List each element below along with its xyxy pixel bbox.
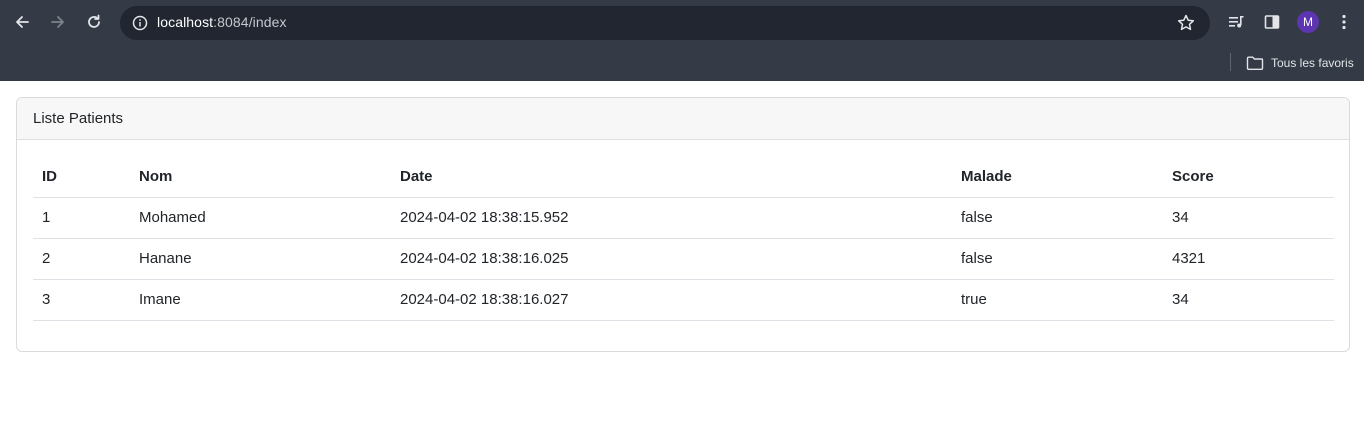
- side-panel-button[interactable]: [1259, 9, 1285, 35]
- bookmarks-folder-label: Tous les favoris: [1271, 56, 1354, 70]
- all-bookmarks-folder[interactable]: Tous les favoris: [1246, 51, 1354, 75]
- column-header-id: ID: [33, 156, 130, 198]
- cell-id: 2: [33, 238, 130, 280]
- queue-music-icon: [1229, 16, 1244, 28]
- more-vertical-icon: [1342, 14, 1346, 30]
- address-bar[interactable]: localhost:8084/index: [120, 6, 1210, 40]
- cell-date: 2024-04-02 18:38:15.952: [391, 197, 952, 239]
- reload-icon: [88, 14, 100, 28]
- card-body: ID Nom Date Malade Score 1 Mohamed 2024-…: [17, 140, 1349, 337]
- side-panel-icon: [1264, 15, 1280, 29]
- cell-score: 4321: [1163, 238, 1334, 280]
- cell-score: 34: [1163, 279, 1334, 321]
- arrow-right-icon: [51, 16, 64, 28]
- cell-date: 2024-04-02 18:38:16.025: [391, 238, 952, 280]
- table-row: 1 Mohamed 2024-04-02 18:38:15.952 false …: [33, 197, 1334, 239]
- bookmarks-separator: [1230, 53, 1231, 71]
- cell-score: 34: [1163, 197, 1334, 239]
- column-header-score: Score: [1163, 156, 1334, 198]
- arrow-left-icon: [16, 16, 29, 28]
- patients-table: ID Nom Date Malade Score 1 Mohamed 2024-…: [33, 156, 1334, 321]
- info-icon: [132, 15, 148, 31]
- media-controls-button[interactable]: [1223, 9, 1249, 35]
- cell-id: 3: [33, 279, 130, 321]
- browser-menu-button[interactable]: [1331, 9, 1357, 35]
- cell-date: 2024-04-02 18:38:16.027: [391, 279, 952, 321]
- cell-nom: Hanane: [130, 238, 391, 280]
- patients-card: Liste Patients ID Nom Date Malade Score …: [16, 97, 1350, 352]
- cell-malade: false: [952, 238, 1163, 280]
- site-info-button[interactable]: [128, 11, 152, 35]
- column-header-nom: Nom: [130, 156, 391, 198]
- folder-icon: [1246, 56, 1264, 70]
- browser-chrome: localhost:8084/index M Tous les favoris: [0, 0, 1364, 81]
- reload-button[interactable]: [80, 8, 108, 36]
- back-button[interactable]: [8, 8, 36, 36]
- profile-button[interactable]: M: [1295, 9, 1321, 35]
- url-text[interactable]: localhost:8084/index: [157, 14, 287, 30]
- url-path: :8084/index: [213, 14, 287, 30]
- cell-malade: true: [952, 279, 1163, 321]
- table-row: 3 Imane 2024-04-02 18:38:16.027 true 34: [33, 279, 1334, 321]
- cell-nom: Imane: [130, 279, 391, 321]
- bookmark-star-button[interactable]: [1176, 13, 1196, 33]
- bookmarks-bar: Tous les favoris: [0, 45, 1364, 81]
- avatar: M: [1297, 11, 1319, 33]
- url-host: localhost: [157, 14, 214, 30]
- column-header-date: Date: [391, 156, 952, 198]
- table-header-row: ID Nom Date Malade Score: [33, 156, 1334, 198]
- column-header-malade: Malade: [952, 156, 1163, 198]
- card-title: Liste Patients: [17, 98, 1349, 140]
- forward-button[interactable]: [44, 8, 72, 36]
- cell-id: 1: [33, 197, 130, 239]
- table-row: 2 Hanane 2024-04-02 18:38:16.025 false 4…: [33, 238, 1334, 280]
- browser-toolbar: localhost:8084/index M: [0, 0, 1364, 45]
- cell-nom: Mohamed: [130, 197, 391, 239]
- cell-malade: false: [952, 197, 1163, 239]
- star-icon: [1177, 14, 1195, 31]
